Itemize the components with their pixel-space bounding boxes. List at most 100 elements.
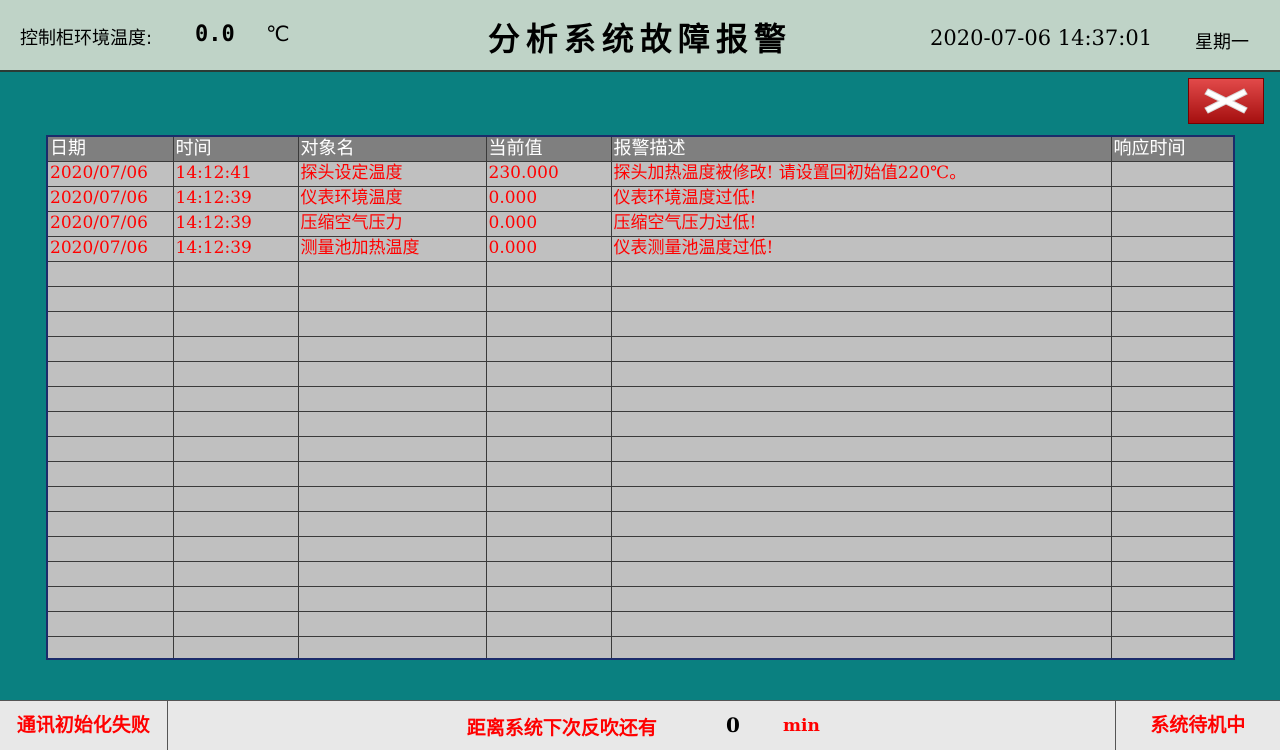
cell-time [173, 386, 299, 412]
cell-object [298, 536, 487, 562]
column-header-response-time[interactable]: 响应时间 [1111, 137, 1233, 162]
empty-table-row[interactable] [48, 536, 1233, 562]
column-header-current-value[interactable]: 当前值 [486, 137, 612, 162]
cell-time [173, 361, 299, 387]
cell-current-value [486, 411, 612, 437]
alarm-table: 日期 时间 对象名 当前值 报警描述 响应时间 2020/07/06 14:12:… [46, 135, 1235, 660]
cell-current-value [486, 511, 612, 537]
empty-table-row[interactable] [48, 361, 1233, 387]
cell-description [611, 586, 1112, 612]
cell-description [611, 286, 1112, 312]
empty-table-row[interactable] [48, 461, 1233, 487]
cell-date [48, 511, 174, 537]
empty-table-row[interactable] [48, 561, 1233, 587]
cell-current-value [486, 386, 612, 412]
cell-date: 2020/07/06 [48, 161, 174, 187]
cell-date [48, 336, 174, 362]
blowback-countdown-unit: min [783, 716, 820, 736]
cell-date [48, 461, 174, 487]
cell-object: 仪表环境温度 [298, 186, 487, 212]
cell-date [48, 636, 174, 658]
column-header-date[interactable]: 日期 [48, 137, 174, 162]
cell-description [611, 311, 1112, 337]
cell-description [611, 561, 1112, 587]
cell-time: 14:12:41 [173, 161, 299, 187]
cell-response-time [1111, 411, 1233, 437]
empty-table-row[interactable] [48, 386, 1233, 412]
cell-object [298, 511, 487, 537]
close-button[interactable] [1188, 78, 1264, 124]
cell-response-time [1111, 586, 1233, 612]
column-header-time[interactable]: 时间 [173, 137, 299, 162]
cell-response-time [1111, 386, 1233, 412]
column-header-description[interactable]: 报警描述 [611, 137, 1112, 162]
cell-object [298, 286, 487, 312]
cell-description: 探头加热温度被修改! 请设置回初始值220℃。 [611, 161, 1112, 187]
cell-response-time [1111, 611, 1233, 637]
cell-current-value: 0.000 [486, 236, 612, 262]
cell-response-time [1111, 561, 1233, 587]
empty-table-row[interactable] [48, 586, 1233, 612]
cell-response-time [1111, 636, 1233, 658]
table-row[interactable]: 2020/07/06 14:12:39 仪表环境温度 0.000 仪表环境温度过低! [48, 186, 1233, 212]
cell-date [48, 311, 174, 337]
table-row[interactable]: 2020/07/06 14:12:39 测量池加热温度 0.000 仪表测量池温度过低! [48, 236, 1233, 262]
empty-table-row[interactable] [48, 511, 1233, 537]
cell-time [173, 311, 299, 337]
cell-date [48, 486, 174, 512]
cell-current-value [486, 436, 612, 462]
table-row[interactable]: 2020/07/06 14:12:41 探头设定温度 230.000 探头加热温度被修改… [48, 161, 1233, 187]
empty-table-row[interactable] [48, 611, 1233, 637]
blowback-countdown-value: 0 [726, 713, 740, 737]
empty-table-row[interactable] [48, 311, 1233, 337]
cell-object [298, 611, 487, 637]
cell-object [298, 561, 487, 587]
cell-date [48, 561, 174, 587]
cell-time [173, 336, 299, 362]
cell-object [298, 361, 487, 387]
column-header-object[interactable]: 对象名 [298, 137, 487, 162]
empty-table-row[interactable] [48, 286, 1233, 312]
cell-date [48, 536, 174, 562]
empty-table-row[interactable] [48, 411, 1233, 437]
system-status: 系统待机中 [1115, 701, 1280, 750]
cell-response-time [1111, 461, 1233, 487]
empty-table-row[interactable] [48, 336, 1233, 362]
cell-description: 仪表环境温度过低! [611, 186, 1112, 212]
empty-table-row[interactable] [48, 436, 1233, 462]
cell-current-value [486, 536, 612, 562]
cell-time [173, 636, 299, 658]
cell-description [611, 486, 1112, 512]
cell-date [48, 386, 174, 412]
cell-response-time [1111, 361, 1233, 387]
cell-description [611, 336, 1112, 362]
cell-description [611, 261, 1112, 287]
cell-current-value: 0.000 [486, 186, 612, 212]
current-weekday: 星期一 [1195, 32, 1249, 53]
cell-current-value [486, 636, 612, 658]
table-row[interactable]: 2020/07/06 14:12:39 压缩空气压力 0.000 压缩空气压力过低! [48, 211, 1233, 237]
cell-response-time [1111, 336, 1233, 362]
cell-object [298, 461, 487, 487]
cell-time [173, 586, 299, 612]
empty-table-row[interactable] [48, 486, 1233, 512]
header-bar: 控制柜环境温度: 0.0 ℃ 分析系统故障报警 2020-07-06 14:37… [0, 0, 1280, 72]
cell-current-value [486, 561, 612, 587]
cell-object [298, 261, 487, 287]
cell-time [173, 486, 299, 512]
cell-description [611, 461, 1112, 487]
cell-description: 仪表测量池温度过低! [611, 236, 1112, 262]
cell-time [173, 461, 299, 487]
cell-date [48, 261, 174, 287]
cell-time [173, 511, 299, 537]
communication-status: 通讯初始化失败 [0, 701, 168, 750]
cell-date [48, 586, 174, 612]
empty-table-row[interactable] [48, 636, 1233, 658]
cell-object: 探头设定温度 [298, 161, 487, 187]
cell-object [298, 436, 487, 462]
cell-response-time [1111, 511, 1233, 537]
cell-object [298, 411, 487, 437]
empty-table-row[interactable] [48, 261, 1233, 287]
cell-response-time [1111, 261, 1233, 287]
cell-response-time [1111, 311, 1233, 337]
